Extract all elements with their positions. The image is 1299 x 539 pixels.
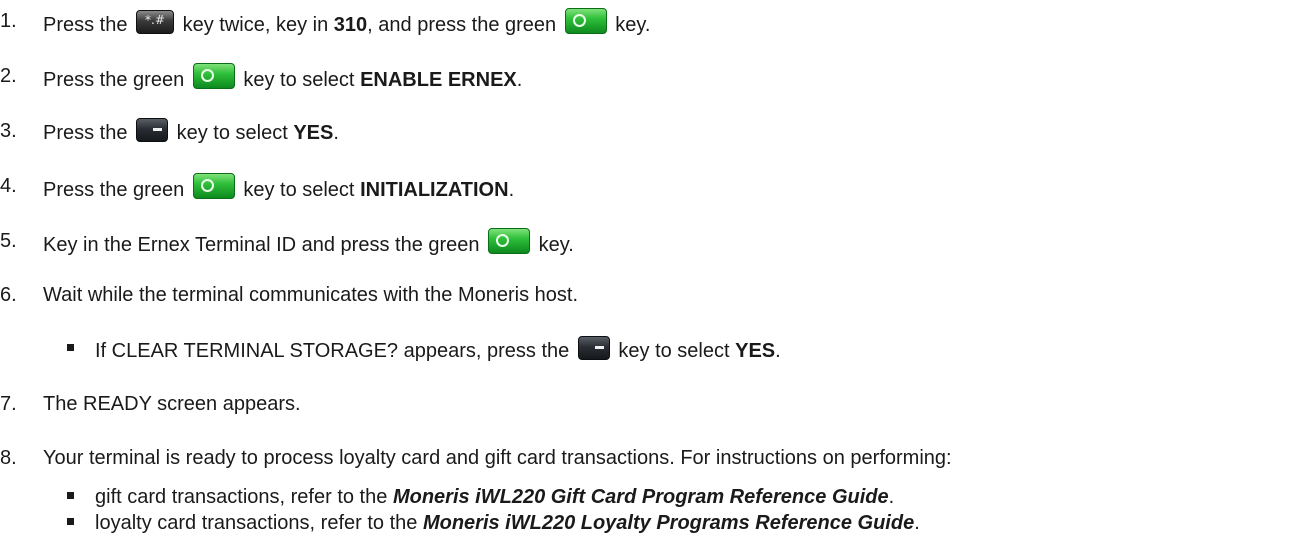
star-hash-key-icon: *.# [136,10,175,34]
green-ok-key-icon [564,8,607,34]
step-text: Your terminal is ready to process loyalt… [43,447,952,469]
subitem-text: gift card transactions, refer to the Mon… [95,486,895,508]
step-text: Wait while the terminal communicates wit… [43,284,579,306]
subitem-text: loyalty card transactions, refer to the … [95,512,920,534]
step-number: 5. [0,230,17,252]
subitem-text: If CLEAR TERMINAL STORAGE? appears, pres… [95,336,781,364]
step-number: 4. [0,175,17,197]
green-ok-key-icon [488,228,531,254]
green-ok-key-icon [192,63,235,89]
bullet-marker [67,344,74,351]
step-text: Press the green key to select ENABLE ERN… [43,63,522,93]
step-text: The READY screen appears. [43,393,301,415]
step-text: Press the key to select YES. [43,118,339,146]
bullet-marker [67,518,74,525]
step-number: 3. [0,120,17,142]
step-number: 1. [0,10,17,32]
dark-function-key-icon [136,118,169,142]
step-number: 7. [0,393,17,415]
step-number: 2. [0,65,17,87]
step-number: 8. [0,447,17,469]
guide-title: Moneris iWL220 Loyalty Programs Referenc… [422,512,915,534]
dark-function-key-icon [577,336,610,360]
green-ok-key-icon [192,173,235,199]
bullet-marker [67,492,74,499]
step-text: Key in the Ernex Terminal ID and press t… [43,228,574,258]
step-text: Press the green key to select INITIALIZA… [43,173,514,203]
step-text: Press the *.# key twice, key in 310, and… [43,8,651,38]
step-number: 6. [0,284,17,306]
guide-title: Moneris iWL220 Gift Card Program Referen… [392,486,889,508]
